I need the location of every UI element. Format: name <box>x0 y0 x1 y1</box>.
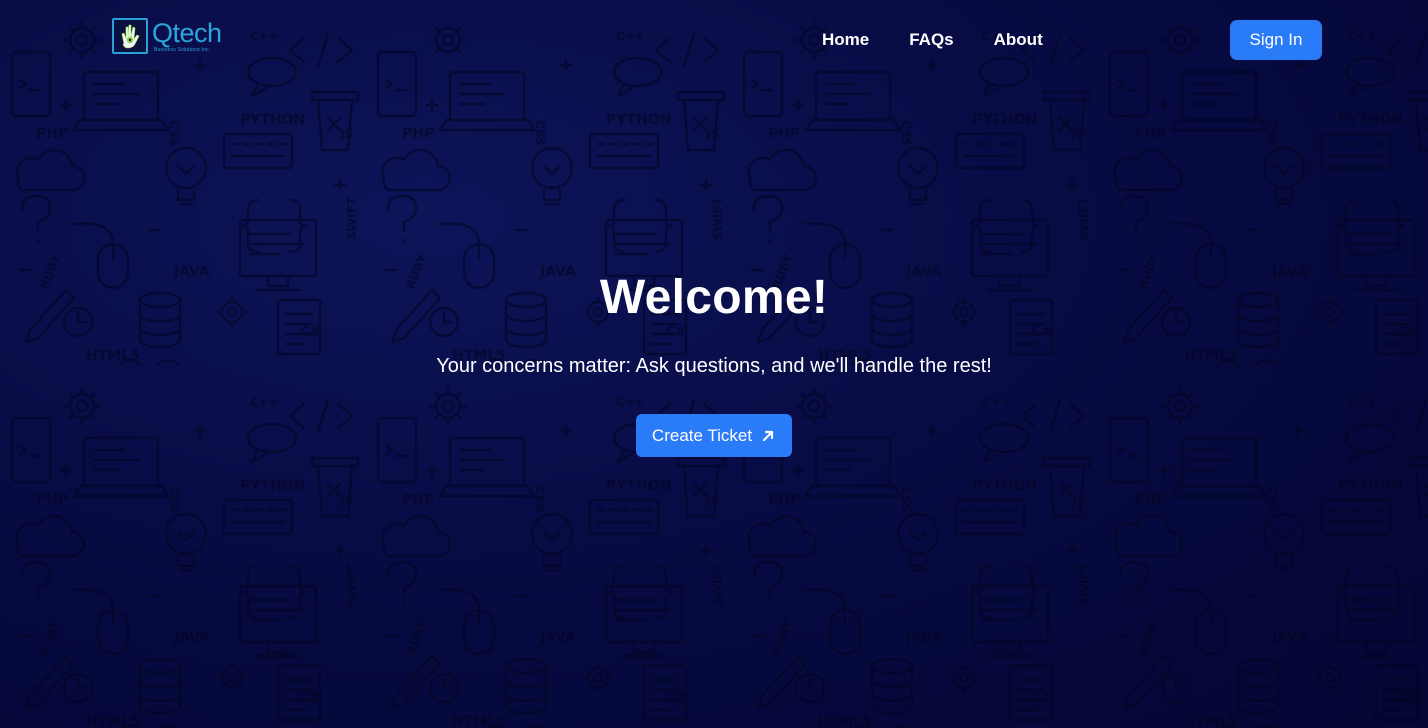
brand-name: Qtech <box>152 18 222 48</box>
create-ticket-button[interactable]: Create Ticket <box>635 414 793 457</box>
nav-faqs-link[interactable]: FAQs <box>909 30 953 50</box>
hero-title: Welcome! <box>599 271 829 324</box>
brand-tagline: Business Solutions Inc. <box>154 47 211 53</box>
nav-about-link[interactable]: About <box>994 30 1043 50</box>
nav-home-link[interactable]: Home <box>822 30 869 50</box>
hero-section: Welcome! Your concerns matter: Ask quest… <box>0 270 1428 457</box>
hand-logo-icon <box>112 18 148 54</box>
sign-in-button[interactable]: Sign In <box>1230 20 1322 60</box>
hero-subtitle: Your concerns matter: Ask questions, and… <box>436 355 992 377</box>
create-ticket-label: Create Ticket <box>651 425 753 445</box>
brand-logo[interactable]: Qtech Business Solutions Inc. <box>112 18 222 54</box>
site-header: Qtech Business Solutions Inc. Home FAQs … <box>0 0 1428 80</box>
main-nav: Home FAQs About <box>822 30 1043 50</box>
arrow-up-right-icon <box>760 428 776 444</box>
